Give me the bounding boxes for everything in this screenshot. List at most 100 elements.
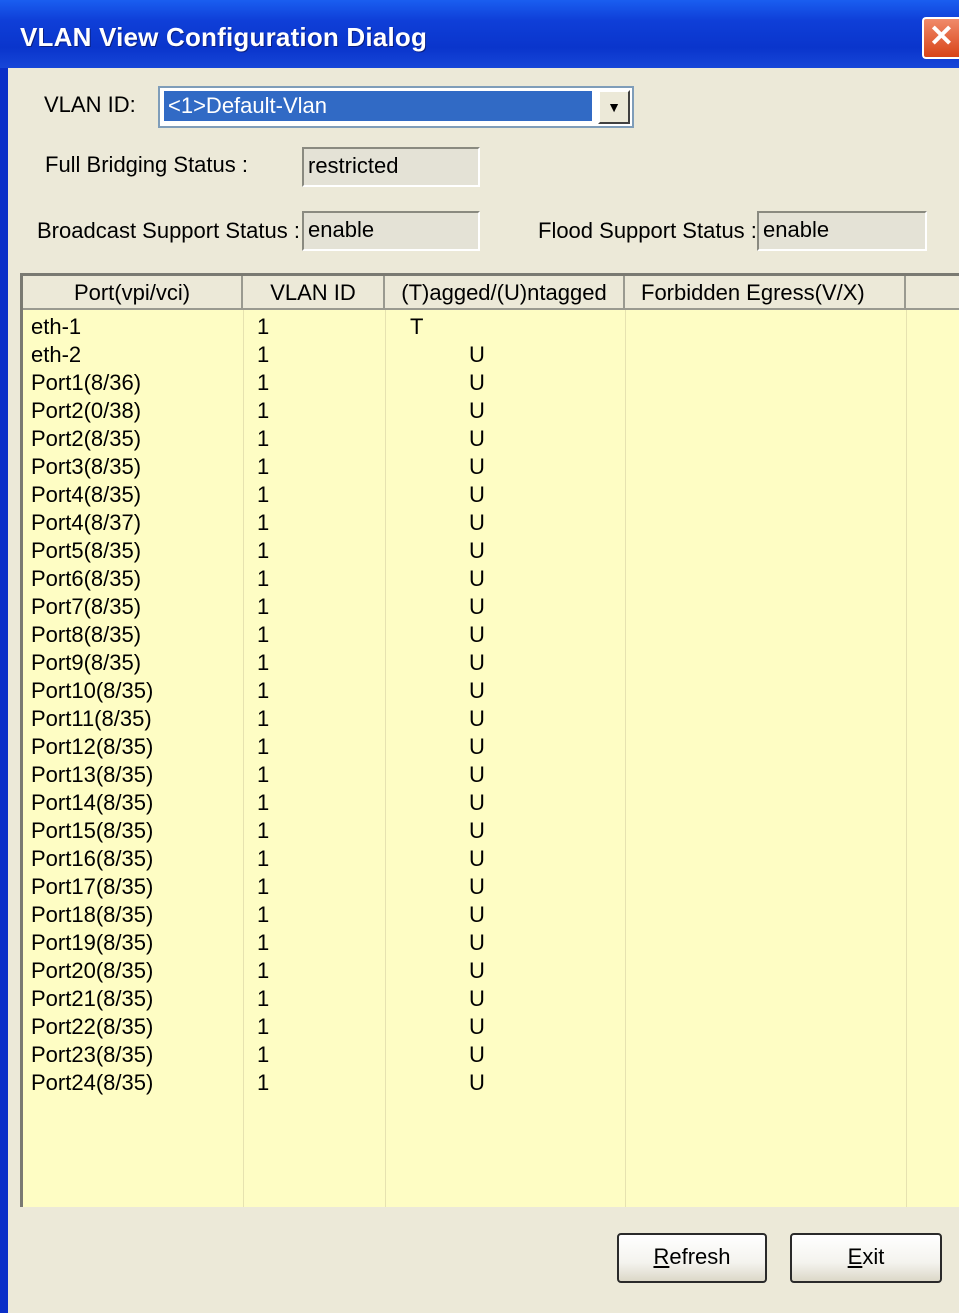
table-row[interactable]: Port16(8/35) 1 U: [23, 845, 959, 873]
cell-tagged: U: [469, 426, 485, 451]
cell-vlan-id: 1: [257, 566, 270, 591]
cell-vlan-id: 1: [257, 426, 270, 451]
cell-port: Port12(8/35): [31, 734, 154, 759]
table-row[interactable]: Port13(8/35) 1 U: [23, 761, 959, 789]
table-row[interactable]: eth-1 1 T: [23, 313, 959, 341]
table-row[interactable]: Port4(8/35) 1 U: [23, 481, 959, 509]
cell-vlan-id: 1: [257, 986, 270, 1011]
close-icon: ✕: [928, 20, 955, 53]
table-row[interactable]: Port1(8/36) 1 U: [23, 369, 959, 397]
cell-port: Port20(8/35): [31, 958, 154, 983]
cell-port: Port4(8/37): [31, 510, 142, 535]
cell-port: Port3(8/35): [31, 454, 142, 479]
table-row[interactable]: Port10(8/35) 1 U: [23, 677, 959, 705]
table-row[interactable]: Port11(8/35) 1 U: [23, 705, 959, 733]
table-row[interactable]: Port18(8/35) 1 U: [23, 901, 959, 929]
cell-vlan-id: 1: [257, 874, 270, 899]
cell-vlan-id: 1: [257, 538, 270, 563]
column-header-tagged[interactable]: (T)agged/(U)ntagged: [385, 276, 625, 310]
cell-port: Port22(8/35): [31, 1014, 154, 1039]
cell-vlan-id: 1: [257, 1070, 270, 1095]
table-row[interactable]: Port8(8/35) 1 U: [23, 621, 959, 649]
table-row[interactable]: Port6(8/35) 1 U: [23, 565, 959, 593]
table-header: Port(vpi/vci) VLAN ID (T)agged/(U)ntagge…: [23, 276, 959, 310]
column-header-vlan-id[interactable]: VLAN ID: [243, 276, 385, 310]
cell-tagged: U: [469, 902, 485, 927]
table-row[interactable]: Port4(8/37) 1 U: [23, 509, 959, 537]
cell-tagged: U: [469, 510, 485, 535]
cell-tagged: T: [410, 314, 424, 339]
vlan-port-table[interactable]: Port(vpi/vci) VLAN ID (T)agged/(U)ntagge…: [20, 273, 959, 1207]
cell-vlan-id: 1: [257, 818, 270, 843]
cell-vlan-id: 1: [257, 902, 270, 927]
broadcast-support-label: Broadcast Support Status :: [37, 218, 300, 243]
cell-port: Port15(8/35): [31, 818, 154, 843]
cell-tagged: U: [469, 986, 485, 1011]
cell-tagged: U: [469, 846, 485, 871]
cell-vlan-id: 1: [257, 958, 270, 983]
cell-port: Port13(8/35): [31, 762, 154, 787]
cell-port: Port17(8/35): [31, 874, 154, 899]
cell-tagged: U: [469, 370, 485, 395]
cell-tagged: U: [469, 622, 485, 647]
table-row[interactable]: Port14(8/35) 1 U: [23, 789, 959, 817]
vlan-id-label: VLAN ID:: [44, 92, 136, 117]
cell-vlan-id: 1: [257, 398, 270, 423]
cell-tagged: U: [469, 874, 485, 899]
cell-tagged: U: [469, 762, 485, 787]
exit-button[interactable]: Exit: [790, 1233, 942, 1283]
vlan-id-selected-value[interactable]: <1>Default-Vlan: [163, 90, 593, 122]
column-header-port[interactable]: Port(vpi/vci): [23, 276, 243, 310]
table-row[interactable]: Port12(8/35) 1 U: [23, 733, 959, 761]
cell-tagged: U: [469, 454, 485, 479]
cell-vlan-id: 1: [257, 846, 270, 871]
refresh-button[interactable]: Refresh: [617, 1233, 767, 1283]
cell-tagged: U: [469, 790, 485, 815]
table-row[interactable]: Port2(0/38) 1 U: [23, 397, 959, 425]
cell-tagged: U: [469, 930, 485, 955]
table-row[interactable]: Port9(8/35) 1 U: [23, 649, 959, 677]
cell-tagged: U: [469, 342, 485, 367]
chevron-down-icon: ▼: [607, 99, 621, 115]
table-row[interactable]: Port17(8/35) 1 U: [23, 873, 959, 901]
title-bar[interactable]: VLAN View Configuration Dialog ✕: [0, 0, 959, 68]
cell-vlan-id: 1: [257, 482, 270, 507]
table-row[interactable]: Port5(8/35) 1 U: [23, 537, 959, 565]
cell-vlan-id: 1: [257, 510, 270, 535]
column-header-filler: [906, 276, 959, 310]
full-bridging-label: Full Bridging Status :: [45, 152, 248, 177]
cell-port: Port2(0/38): [31, 398, 142, 423]
table-row[interactable]: Port2(8/35) 1 U: [23, 425, 959, 453]
cell-vlan-id: 1: [257, 454, 270, 479]
cell-tagged: U: [469, 734, 485, 759]
exit-mnemonic: E: [847, 1244, 863, 1269]
column-header-forbidden-egress[interactable]: Forbidden Egress(V/X): [625, 276, 906, 310]
cell-tagged: U: [469, 1014, 485, 1039]
cell-vlan-id: 1: [257, 622, 270, 647]
cell-port: Port11(8/35): [31, 706, 152, 731]
cell-tagged: U: [469, 706, 485, 731]
table-row[interactable]: Port20(8/35) 1 U: [23, 957, 959, 985]
cell-vlan-id: 1: [257, 678, 270, 703]
cell-tagged: U: [469, 482, 485, 507]
table-row[interactable]: eth-2 1 U: [23, 341, 959, 369]
cell-port: Port2(8/35): [31, 426, 142, 451]
table-row[interactable]: Port19(8/35) 1 U: [23, 929, 959, 957]
cell-port: Port19(8/35): [31, 930, 154, 955]
table-row[interactable]: Port15(8/35) 1 U: [23, 817, 959, 845]
table-row[interactable]: Port7(8/35) 1 U: [23, 593, 959, 621]
vlan-id-select[interactable]: <1>Default-Vlan ▼: [158, 86, 634, 128]
close-button[interactable]: ✕: [922, 17, 959, 59]
broadcast-support-field: enable: [302, 211, 480, 251]
cell-tagged: U: [469, 818, 485, 843]
cell-port: Port16(8/35): [31, 846, 154, 871]
table-row[interactable]: Port3(8/35) 1 U: [23, 453, 959, 481]
table-row[interactable]: Port22(8/35) 1 U: [23, 1013, 959, 1041]
table-row[interactable]: Port21(8/35) 1 U: [23, 985, 959, 1013]
exit-label: xit: [862, 1244, 885, 1269]
dropdown-button[interactable]: ▼: [598, 90, 630, 124]
table-row[interactable]: Port24(8/35) 1 U: [23, 1069, 959, 1097]
cell-port: Port9(8/35): [31, 650, 142, 675]
table-row[interactable]: Port23(8/35) 1 U: [23, 1041, 959, 1069]
cell-tagged: U: [469, 678, 485, 703]
